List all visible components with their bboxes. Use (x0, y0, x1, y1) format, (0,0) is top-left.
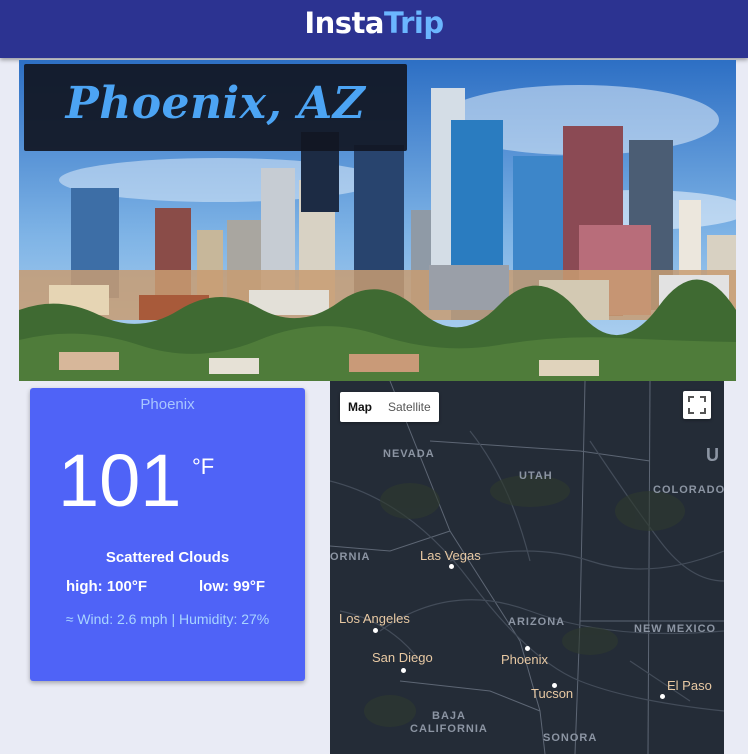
brand-part-trip: Trip (384, 6, 444, 40)
weather-temperature: 101 (58, 439, 182, 522)
fullscreen-button[interactable] (683, 391, 711, 419)
map-label-arizona: ARIZONA (508, 616, 566, 628)
map-city-los-angeles: Los Angeles (339, 611, 410, 626)
map-marker-el-paso (660, 694, 665, 699)
map-type-map-button[interactable]: Map (340, 392, 380, 422)
map-label-nevada: NEVADA (383, 448, 435, 460)
map-type-control: Map Satellite (340, 392, 439, 422)
city-title-banner: Phoenix, AZ (24, 64, 407, 151)
map-label-colorado: COLORADO (653, 484, 724, 496)
map-label-new-mexico: NEW MEXICO (634, 623, 717, 635)
weather-high: high: 100°F (66, 578, 148, 595)
city-hero-image: Phoenix, AZ (19, 60, 736, 381)
map-type-satellite-button[interactable]: Satellite (380, 392, 439, 422)
weather-wind-humidity: ≈ Wind: 2.6 mph | Humidity: 27% (65, 611, 270, 627)
top-navbar: InstaTrip (0, 0, 748, 58)
weather-unit: °F (192, 454, 215, 479)
map-label-baja: BAJA (432, 710, 466, 722)
map-label-sonora: SONORA (543, 732, 598, 744)
map-city-phoenix: Phoenix (501, 652, 548, 667)
weather-low: low: 99°F (199, 578, 266, 595)
map-marker-phoenix (525, 646, 530, 651)
map-label-california: ORNIA (330, 551, 371, 563)
map-city-san-diego: San Diego (372, 650, 433, 665)
weather-city: Phoenix (140, 396, 195, 413)
city-title: Phoenix, AZ (65, 78, 366, 129)
weather-card: Phoenix 101 °F Scattered Clouds high: 10… (30, 388, 305, 681)
map-terrain (330, 381, 724, 754)
map-label-baja-california: CALIFORNIA (410, 723, 488, 735)
brand-part-insta: Insta (304, 6, 385, 40)
map-view[interactable]: Map Satellite NEVADA UTAH COLORADO U ORN… (330, 381, 724, 754)
map-city-el-paso: El Paso (667, 678, 712, 693)
map-marker-san-diego (401, 668, 406, 673)
map-city-las-vegas: Las Vegas (420, 548, 481, 563)
map-marker-los-angeles (373, 628, 378, 633)
map-marker-las-vegas (449, 564, 454, 569)
brand-logo[interactable]: InstaTrip (0, 6, 748, 40)
weather-description: Scattered Clouds (105, 549, 230, 566)
map-label-utah: UTAH (519, 470, 553, 482)
map-city-tucson: Tucson (531, 686, 574, 701)
map-label-edge-u: U (706, 445, 719, 465)
fullscreen-icon (688, 396, 706, 414)
